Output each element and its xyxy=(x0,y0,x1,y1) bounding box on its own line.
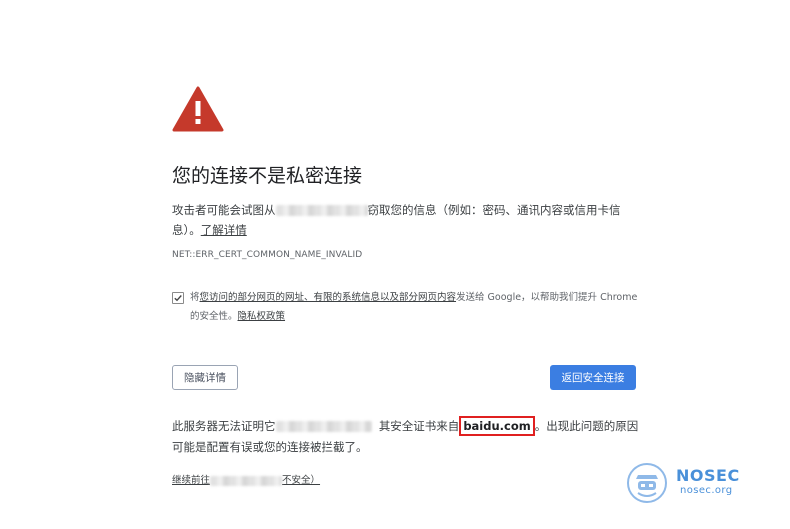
redacted-hostname-2 xyxy=(275,421,372,432)
highlighted-domain: baidu.com xyxy=(459,416,535,436)
send-report-text: 将您访问的部分网页的网址、有限的系统信息以及部分网页内容发送给 Google，以… xyxy=(190,288,640,326)
learn-more-link[interactable]: 了解详情 xyxy=(201,223,247,237)
checkmark-icon xyxy=(174,295,182,302)
report-contents-link[interactable]: 您访问的部分网页的网址、有限的系统信息以及部分网页内容 xyxy=(200,292,457,303)
warning-text-part1: 攻击者可能会试图从 xyxy=(172,203,276,217)
checkbox-text-prefix: 将 xyxy=(190,292,200,303)
warning-message: 攻击者可能会试图从 窃取您的信息（例如：密码、通讯内容或信用卡信息）。了解详情 xyxy=(172,200,642,240)
back-to-safety-button[interactable]: 返回安全连接 xyxy=(550,365,636,390)
details-text-part1: 此服务器无法证明它 xyxy=(172,419,276,433)
error-code: NET::ERR_CERT_COMMON_NAME_INVALID xyxy=(172,250,363,260)
hide-details-button[interactable]: 隐藏详情 xyxy=(172,365,238,390)
send-report-checkbox[interactable] xyxy=(172,292,184,304)
proceed-link-suffix[interactable]: 不安全） xyxy=(282,475,320,486)
proceed-link-prefix[interactable]: 继续前往 xyxy=(172,475,210,486)
redacted-hostname-3 xyxy=(210,475,283,486)
privacy-policy-link[interactable]: 隐私权政策 xyxy=(238,311,286,322)
watermark-subtitle: nosec.org xyxy=(680,485,733,496)
nosec-logo-icon xyxy=(626,462,668,504)
details-message: 此服务器无法证明它 其安全证书来自 baidu.com 。出现此问题的原因可能是配置… xyxy=(172,416,642,458)
proceed-unsafe-link[interactable]: 继续前往 不安全） xyxy=(172,472,320,486)
watermark-title: NOSEC xyxy=(676,466,740,485)
redacted-hostname xyxy=(275,205,368,216)
warning-triangle-icon xyxy=(172,86,224,132)
details-text-part2: 其安全证书来自 xyxy=(378,419,460,433)
page-title: 您的连接不是私密连接 xyxy=(172,165,363,187)
